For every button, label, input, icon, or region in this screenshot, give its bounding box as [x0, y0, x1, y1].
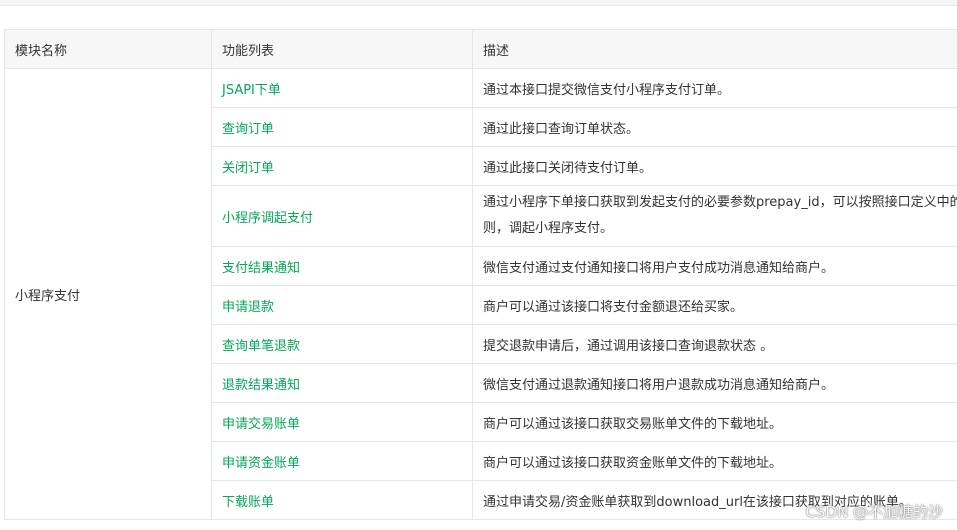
- header-module: 模块名称: [4, 29, 212, 69]
- function-cell[interactable]: 退款结果通知: [211, 363, 473, 403]
- function-cell[interactable]: 申请资金账单: [211, 441, 473, 481]
- page: 模块名称 功能列表 描述 小程序支付 JSAPI下单 通过本接口提交微信支付小程…: [0, 0, 957, 530]
- function-cell[interactable]: 支付结果通知: [211, 246, 473, 286]
- function-cell[interactable]: 小程序调起支付: [211, 185, 473, 247]
- function-link[interactable]: 申请退款: [222, 300, 274, 315]
- header-row: 模块名称 功能列表 描述: [4, 29, 957, 69]
- function-link[interactable]: 申请资金账单: [222, 456, 300, 471]
- function-link[interactable]: 查询订单: [222, 122, 274, 137]
- function-link[interactable]: 申请交易账单: [222, 417, 300, 432]
- function-link[interactable]: 查询单笔退款: [222, 339, 300, 354]
- function-cell[interactable]: 查询单笔退款: [211, 324, 473, 364]
- description-cell: 通过小程序下单接口获取到发起支付的必要参数prepay_id，可以按照接口定义中…: [472, 185, 957, 247]
- description-cell: 提交退款申请后，通过调用该接口查询退款状态 。: [472, 324, 957, 364]
- function-link[interactable]: 关闭订单: [222, 161, 274, 176]
- function-link[interactable]: 退款结果通知: [222, 378, 300, 393]
- function-link[interactable]: 小程序调起支付: [222, 211, 313, 226]
- description-cell: 微信支付通过退款通知接口将用户退款成功消息通知给商户。: [472, 363, 957, 403]
- function-cell[interactable]: 申请退款: [211, 285, 473, 325]
- function-cell[interactable]: 下载账单: [211, 480, 473, 520]
- function-cell[interactable]: JSAPI下单: [211, 68, 473, 108]
- api-table: 模块名称 功能列表 描述 小程序支付 JSAPI下单 通过本接口提交微信支付小程…: [4, 29, 957, 520]
- function-link[interactable]: 下载账单: [222, 495, 274, 510]
- description-cell: 商户可以通过该接口获取交易账单文件的下载地址。: [472, 402, 957, 442]
- function-link[interactable]: JSAPI下单: [222, 83, 281, 98]
- function-link[interactable]: 支付结果通知: [222, 261, 300, 276]
- description-cell: 商户可以通过该接口获取资金账单文件的下载地址。: [472, 441, 957, 481]
- module-name-cell: 小程序支付: [4, 68, 212, 520]
- header-description: 描述: [472, 29, 957, 69]
- function-cell[interactable]: 申请交易账单: [211, 402, 473, 442]
- function-cell[interactable]: 关闭订单: [211, 146, 473, 186]
- description-cell: 通过此接口查询订单状态。: [472, 107, 957, 147]
- description-cell: 微信支付通过支付通知接口将用户支付成功消息通知给商户。: [472, 246, 957, 286]
- top-strip: [0, 0, 957, 6]
- function-cell[interactable]: 查询订单: [211, 107, 473, 147]
- header-functions: 功能列表: [211, 29, 473, 69]
- description-cell: 商户可以通过该接口将支付金额退还给买家。: [472, 285, 957, 325]
- description-cell: 通过本接口提交微信支付小程序支付订单。: [472, 68, 957, 108]
- description-cell: 通过申请交易/资金账单获取到download_url在该接口获取到对应的账单。: [472, 480, 957, 520]
- description-cell: 通过此接口关闭待支付订单。: [472, 146, 957, 186]
- table-row: 小程序支付 JSAPI下单 通过本接口提交微信支付小程序支付订单。: [4, 68, 957, 520]
